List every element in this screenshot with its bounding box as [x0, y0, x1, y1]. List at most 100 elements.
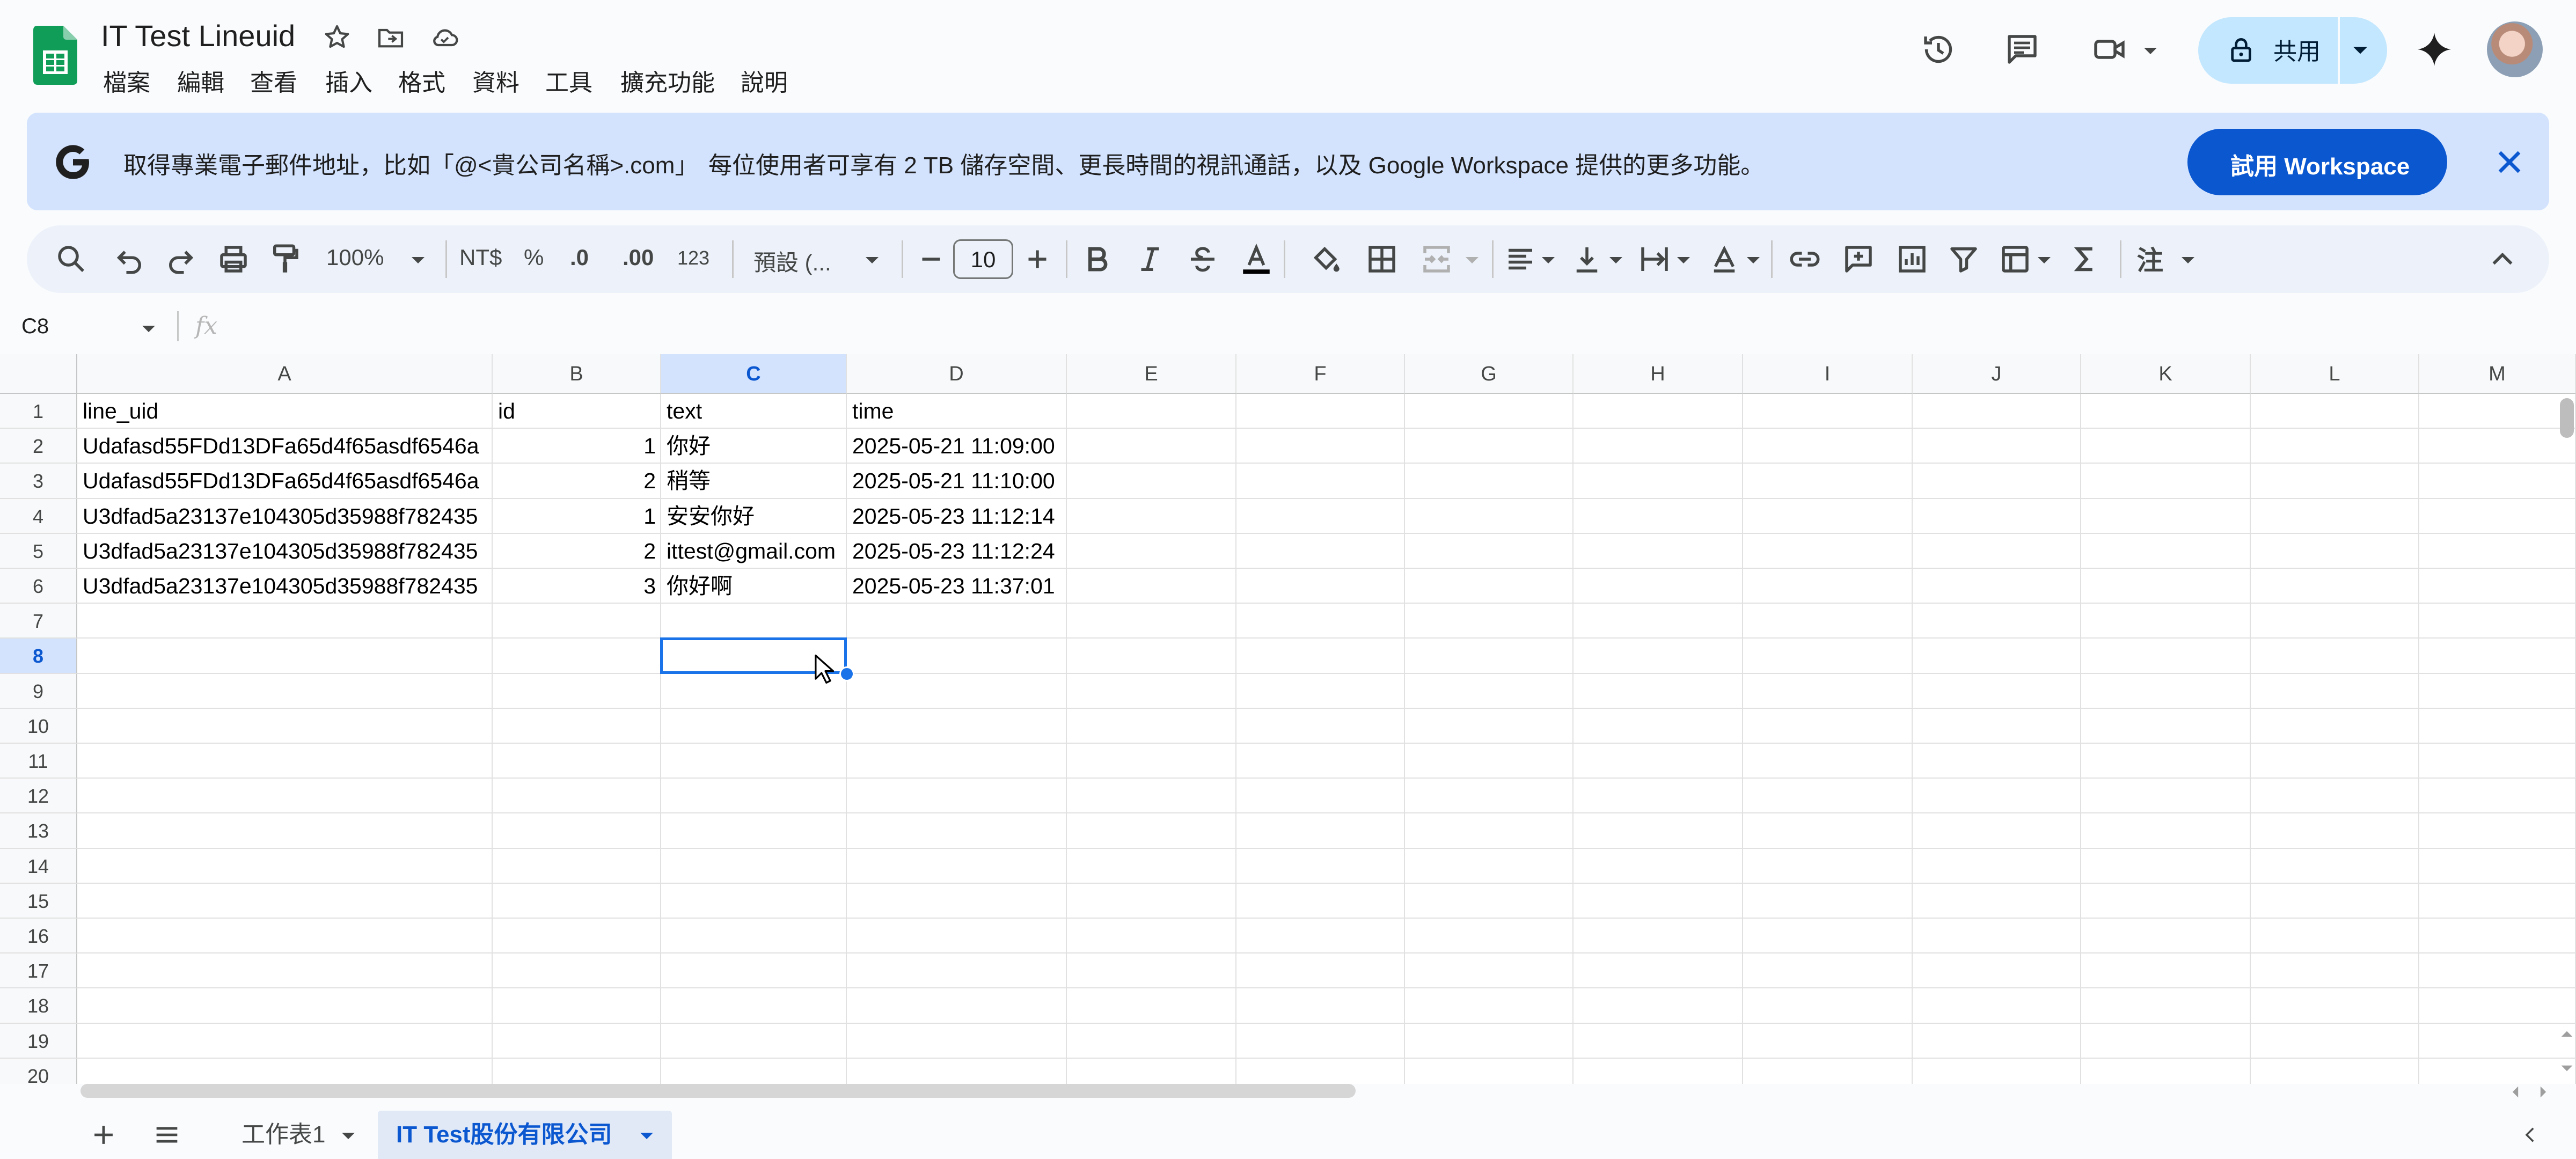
input-tools-icon[interactable]: 注 [2134, 241, 2169, 277]
vertical-scrollbar[interactable] [2560, 398, 2574, 438]
sheet-tab-menu-icon[interactable] [340, 1128, 356, 1144]
column-header-i[interactable]: I [1743, 354, 1913, 394]
sheets-logo-icon[interactable] [33, 26, 77, 85]
name-box-dropdown-icon[interactable] [141, 321, 157, 337]
menu-extensions[interactable]: 擴充功能 [620, 63, 715, 98]
borders-icon[interactable] [1364, 241, 1400, 277]
column-header-b[interactable]: B [493, 354, 661, 394]
row-header-2[interactable]: 2 [0, 429, 77, 464]
row-header-14[interactable]: 14 [0, 848, 77, 884]
column-header-e[interactable]: E [1067, 354, 1236, 394]
cell-d4[interactable]: 2025-05-23 11:12:14 [847, 499, 1067, 534]
percent-format-button[interactable]: % [524, 245, 544, 270]
menu-edit[interactable]: 編輯 [177, 63, 224, 98]
cell-a3[interactable]: Udafasd55FDd13DFa65d4f65asdf6546a [77, 464, 493, 498]
share-dropdown-icon[interactable] [2352, 42, 2369, 59]
close-icon[interactable] [2490, 143, 2529, 181]
cell-b2[interactable]: 1 [493, 429, 661, 464]
fill-handle[interactable] [839, 666, 854, 681]
row-header-20[interactable]: 20 [0, 1058, 77, 1084]
text-rotation-icon[interactable] [1707, 241, 1742, 277]
filter-icon[interactable] [1946, 241, 1981, 277]
column-header-j[interactable]: J [1913, 354, 2081, 394]
cell-b6[interactable]: 3 [493, 569, 661, 604]
currency-format-button[interactable]: NT$ [459, 245, 502, 270]
cell-a2[interactable]: Udafasd55FDd13DFa65d4f65asdf6546a [77, 429, 493, 464]
column-header-d[interactable]: D [847, 354, 1067, 394]
row-header-18[interactable]: 18 [0, 988, 77, 1024]
insert-chart-icon[interactable] [1894, 241, 1930, 277]
cell-c5[interactable]: ittest@gmail.com [661, 534, 847, 569]
column-header-h[interactable]: H [1574, 354, 1743, 394]
insert-comment-icon[interactable] [1841, 241, 1876, 277]
cell-d1[interactable]: time [847, 394, 1067, 429]
row-header-3[interactable]: 3 [0, 464, 77, 499]
name-box[interactable]: C8 [21, 314, 49, 339]
increase-font-size-icon[interactable] [1020, 241, 1055, 277]
cell-b3[interactable]: 2 [493, 464, 661, 498]
decrease-decimal-button[interactable]: .0 [570, 245, 589, 270]
text-wrapping-icon[interactable] [1637, 241, 1672, 277]
move-to-folder-icon[interactable] [376, 23, 406, 53]
cell-a1[interactable]: line_uid [77, 394, 493, 429]
cell-c1[interactable]: text [661, 394, 847, 429]
row-header-7[interactable]: 7 [0, 604, 77, 639]
print-icon[interactable] [216, 241, 251, 277]
cell-c2[interactable]: 你好 [661, 429, 847, 464]
functions-icon[interactable] [2067, 241, 2103, 277]
decrease-font-size-icon[interactable] [913, 241, 949, 277]
row-header-11[interactable]: 11 [0, 744, 77, 779]
collapse-toolbar-icon[interactable] [2485, 241, 2520, 277]
filter-views-dropdown-icon[interactable] [2036, 252, 2052, 268]
menu-tools[interactable]: 工具 [545, 63, 592, 98]
cell-c3[interactable]: 稍等 [661, 464, 847, 498]
cell-a5[interactable]: U3dfad5a23137e104305d35988f782435 [77, 534, 493, 569]
cloud-saved-icon[interactable] [429, 23, 459, 53]
scroll-left-icon[interactable] [2508, 1085, 2522, 1099]
column-header-k[interactable]: K [2081, 354, 2251, 394]
cell-b4[interactable]: 1 [493, 499, 661, 534]
zoom-dropdown-icon[interactable] [410, 252, 426, 268]
fill-color-icon[interactable] [1308, 241, 1344, 277]
merge-cells-icon[interactable] [1419, 241, 1454, 277]
row-header-13[interactable]: 13 [0, 813, 77, 849]
gemini-sparkle-icon[interactable] [2416, 31, 2453, 68]
merge-dropdown-icon[interactable] [1464, 252, 1480, 268]
scroll-right-icon[interactable] [2536, 1085, 2550, 1099]
menu-format[interactable]: 格式 [398, 63, 445, 98]
row-header-6[interactable]: 6 [0, 569, 77, 604]
all-sheets-icon[interactable] [151, 1119, 182, 1150]
cell-a6[interactable]: U3dfad5a23137e104305d35988f782435 [77, 569, 493, 604]
menu-file[interactable]: 檔案 [103, 63, 150, 98]
cell-d3[interactable]: 2025-05-21 11:10:00 [847, 464, 1067, 498]
active-tab-menu-icon[interactable] [639, 1128, 655, 1144]
rotation-dropdown-icon[interactable] [1745, 252, 1761, 268]
meet-dropdown-icon[interactable] [2142, 43, 2158, 59]
meet-icon[interactable] [2091, 30, 2129, 69]
row-header-16[interactable]: 16 [0, 919, 77, 954]
font-family-select[interactable]: 預設 (... [753, 245, 831, 277]
strikethrough-icon[interactable] [1185, 241, 1220, 277]
document-title[interactable]: IT Test Lineuid [101, 18, 295, 53]
scroll-up-icon[interactable] [2560, 1027, 2574, 1041]
row-header-9[interactable]: 9 [0, 673, 77, 709]
version-history-icon[interactable] [1919, 30, 1958, 69]
column-header-c[interactable]: C [661, 354, 847, 394]
row-header-15[interactable]: 15 [0, 883, 77, 919]
cell-c4[interactable]: 安安你好 [661, 499, 847, 534]
comments-icon[interactable] [2003, 30, 2041, 69]
cell-d5[interactable]: 2025-05-23 11:12:24 [847, 534, 1067, 569]
align-dropdown-icon[interactable] [1540, 252, 1556, 268]
formula-input[interactable] [231, 309, 2538, 347]
add-sheet-icon[interactable] [88, 1119, 119, 1150]
menu-help[interactable]: 說明 [741, 63, 788, 98]
italic-icon[interactable] [1132, 241, 1168, 277]
sheet-tab-1[interactable]: 工作表1 [241, 1111, 325, 1159]
redo-icon[interactable] [163, 241, 199, 277]
select-all-corner[interactable] [0, 354, 77, 394]
paint-format-icon[interactable] [267, 241, 303, 277]
scroll-down-icon[interactable] [2560, 1061, 2574, 1075]
text-color-icon[interactable] [1239, 241, 1274, 277]
valign-dropdown-icon[interactable] [1608, 252, 1624, 268]
row-header-8[interactable]: 8 [0, 639, 77, 674]
